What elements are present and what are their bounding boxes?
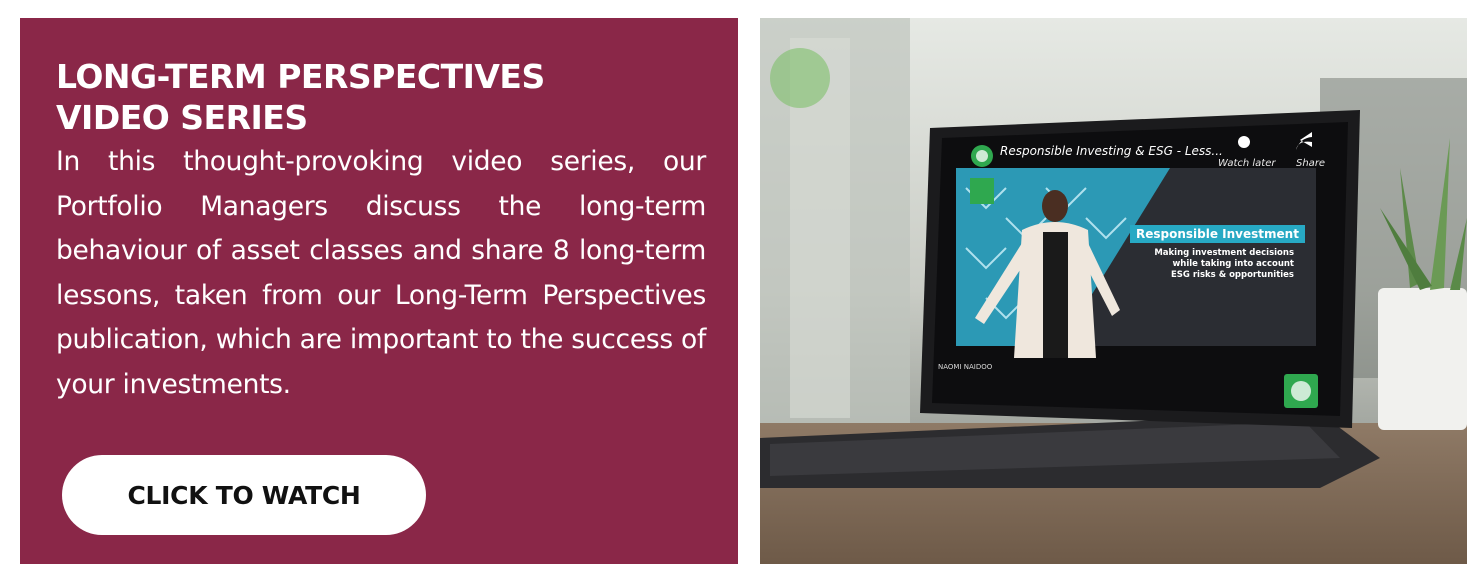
share-label[interactable]: Share (1296, 158, 1325, 169)
heading-line-2: VIDEO SERIES (56, 98, 308, 137)
banner-description: In this thought-provoking video series, … (56, 146, 706, 400)
speaker-name: NAOMI NAIDOO (938, 363, 993, 371)
slide-subtitle: Making investment decisions while taking… (1144, 248, 1294, 281)
watch-later-label[interactable]: Watch later (1218, 158, 1276, 169)
click-to-watch-button[interactable]: CLICK TO WATCH (62, 455, 426, 535)
heading-line-1: LONG-TERM PERSPECTIVES (56, 57, 545, 96)
slide-subtitle-line-2: while taking into account (1172, 259, 1294, 269)
banner-heading: LONG-TERM PERSPECTIVES VIDEO SERIES (56, 56, 702, 138)
slide-subtitle-line-1: Making investment decisions (1154, 248, 1294, 258)
slide-title: Responsible Investment (1130, 225, 1305, 243)
video-thumbnail-photo[interactable]: Responsible Investing & ESG - Less... Wa… (760, 18, 1467, 564)
laptop-scene-image (760, 18, 1467, 564)
banner-panel: LONG-TERM PERSPECTIVES VIDEO SERIES In t… (20, 18, 738, 564)
video-title[interactable]: Responsible Investing & ESG - Less... (1000, 144, 1223, 158)
slide-subtitle-line-3: ESG risks & opportunities (1171, 270, 1294, 280)
